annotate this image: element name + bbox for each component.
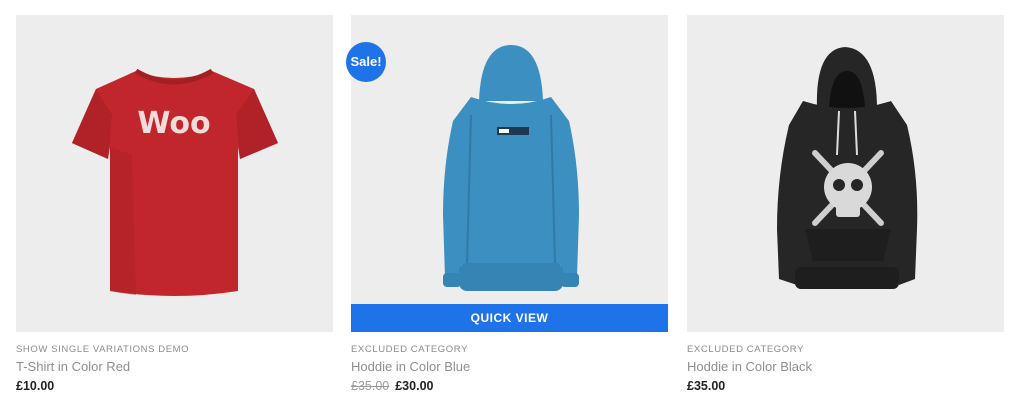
product-title[interactable]: Hoddie in Color Black — [687, 359, 1004, 374]
sale-price: £30.00 — [395, 379, 434, 393]
product-category[interactable]: EXCLUDED CATEGORY — [687, 344, 1004, 355]
woo-logo-text: Woo — [137, 106, 210, 141]
product-grid: Woo SHOW SINGLE VARIATIONS DEMO T-Shirt … — [0, 0, 1024, 405]
product-card[interactable]: Woo SHOW SINGLE VARIATIONS DEMO T-Shirt … — [16, 15, 333, 393]
product-thumbnail[interactable] — [687, 15, 1004, 332]
product-category[interactable]: EXCLUDED CATEGORY — [351, 344, 668, 355]
blue-hoodie-image — [443, 45, 579, 291]
sale-badge: Sale! — [346, 42, 386, 82]
quick-view-button[interactable]: QUICK VIEW — [351, 304, 668, 332]
product-card[interactable]: EXCLUDED CATEGORY Hoddie in Color Black … — [687, 15, 1004, 393]
product-category[interactable]: SHOW SINGLE VARIATIONS DEMO — [16, 344, 333, 355]
red-tshirt-image: Woo — [72, 68, 278, 296]
product-price: £35.00 — [687, 379, 1004, 393]
current-price: £10.00 — [16, 379, 55, 393]
product-thumbnail[interactable]: QUICK VIEW — [351, 15, 668, 332]
product-thumbnail[interactable]: Woo — [16, 15, 333, 332]
product-title[interactable]: T-Shirt in Color Red — [16, 359, 333, 374]
original-price: £35.00 — [351, 379, 390, 393]
current-price: £35.00 — [687, 379, 726, 393]
product-title[interactable]: Hoddie in Color Blue — [351, 359, 668, 374]
product-card[interactable]: Sale! QUICK VIEW EXCLUDED CATEGORY Hoddi… — [346, 15, 668, 393]
product-price: £35.00 £30.00 — [351, 379, 668, 393]
black-hoodie-image — [777, 47, 918, 289]
product-price: £10.00 — [16, 379, 333, 393]
